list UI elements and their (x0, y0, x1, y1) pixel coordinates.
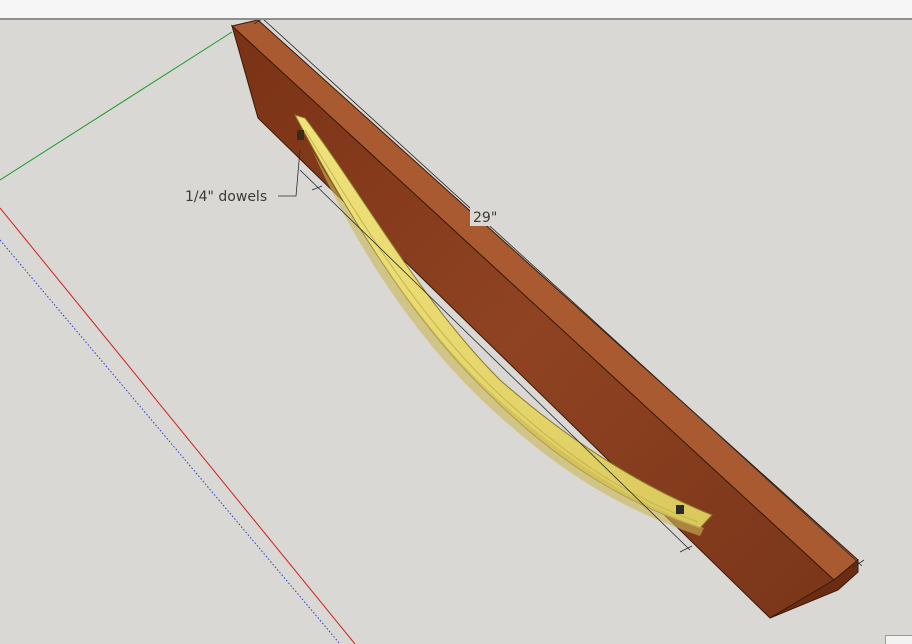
top-toolbar (0, 0, 912, 20)
green-axis (0, 31, 233, 181)
dowel-bottom[interactable] (676, 505, 684, 514)
dimension-tick-slat-end (679, 545, 693, 553)
red-axis (0, 207, 356, 644)
blue-axis (0, 239, 341, 644)
dowel-top[interactable] (297, 130, 304, 140)
dowels-label: 1/4" dowels (185, 189, 267, 205)
scene-canvas[interactable]: 29" 1/4" dowels (0, 20, 912, 644)
length-label: 29" (473, 210, 497, 226)
status-corner (885, 635, 912, 644)
board-main-face[interactable] (231, 24, 835, 619)
board-top-edge[interactable] (230, 20, 859, 581)
dowels-leader-line (278, 149, 301, 197)
model-viewport[interactable]: 29" 1/4" dowels (0, 20, 912, 644)
